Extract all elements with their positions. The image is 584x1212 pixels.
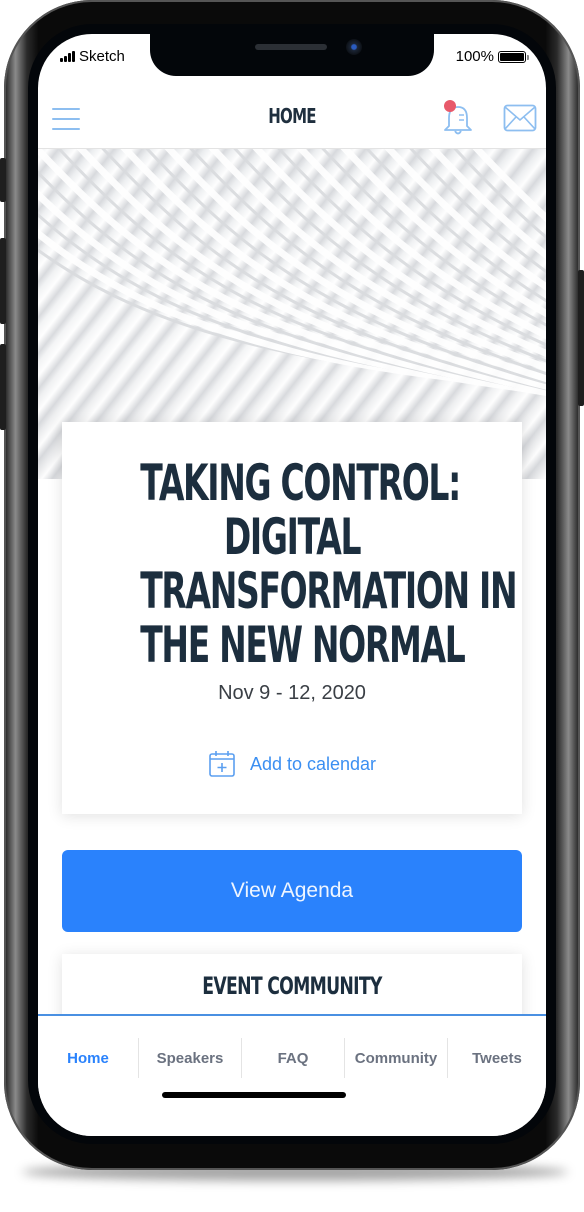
power-button (578, 270, 584, 406)
add-to-calendar-label: Add to calendar (249, 753, 377, 774)
notifications-button[interactable] (440, 98, 476, 138)
hamburger-menu-icon[interactable] (52, 108, 80, 130)
event-title-line: DIGITAL (223, 508, 362, 566)
tab-home[interactable]: Home (38, 1038, 138, 1078)
event-title-line: THE NEW NORMAL (140, 616, 466, 674)
event-card: TAKING CONTROL: DIGITAL TRANSFORMATION I… (62, 422, 522, 814)
tab-tweets[interactable]: Tweets (448, 1038, 546, 1078)
tab-community[interactable]: Community (345, 1038, 447, 1078)
status-bar-right: 100% (455, 48, 529, 65)
carrier-label: Sketch (79, 48, 125, 65)
signal-icon (60, 51, 75, 62)
event-title: TAKING CONTROL: DIGITAL TRANSFORMATION I… (62, 456, 522, 672)
event-dates: Nov 9 - 12, 2020 (218, 682, 366, 704)
earpiece-speaker (255, 44, 327, 50)
status-bar-left: Sketch (60, 48, 125, 65)
wave-line (252, 149, 546, 358)
front-camera (346, 39, 362, 55)
home-indicator[interactable] (162, 1092, 346, 1098)
page-title: HOME (268, 104, 316, 128)
volume-down-button (0, 344, 6, 430)
view-agenda-button[interactable]: View Agenda (62, 850, 522, 932)
notch (150, 34, 434, 76)
volume-up-button (0, 238, 6, 324)
event-title-line: TAKING CONTROL: (140, 454, 461, 512)
battery-icon (498, 50, 529, 63)
event-title-line: TRANSFORMATION IN (140, 562, 517, 620)
envelope-icon (503, 104, 537, 132)
notification-badge (444, 100, 456, 112)
app-header: HOME (38, 92, 546, 149)
tab-speakers[interactable]: Speakers (139, 1038, 241, 1078)
battery-percent: 100% (455, 48, 494, 65)
bottom-tab-bar: Home Speakers FAQ Community Tweets (38, 1014, 546, 1136)
tab-faq[interactable]: FAQ (242, 1038, 344, 1078)
screen: Sketch 100% HOME TAKING CONTROL: DIGITAL… (38, 34, 546, 1136)
calendar-plus-icon (209, 751, 235, 777)
bell-icon (444, 100, 472, 135)
mute-switch (0, 158, 6, 202)
community-section-title: EVENT COMMUNITY (202, 972, 382, 1000)
add-to-calendar-link[interactable]: Add to calendar (62, 750, 522, 778)
messages-button[interactable] (503, 104, 537, 132)
